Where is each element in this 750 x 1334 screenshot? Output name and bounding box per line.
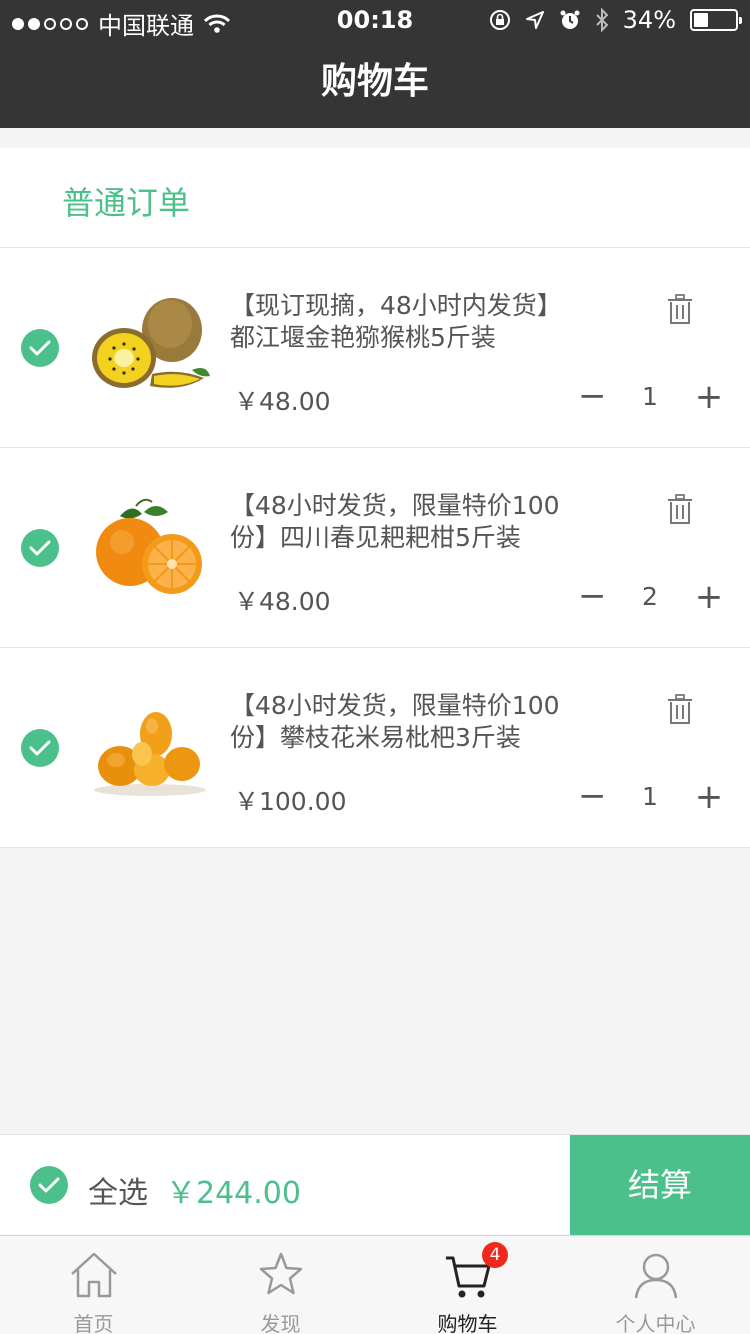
quantity-value: 1 bbox=[642, 782, 658, 811]
page-title: 购物车 bbox=[320, 61, 429, 102]
checkmark-icon bbox=[29, 340, 51, 356]
cart-item: 【48小时发货，限量特价100份】四川春见耙耙柑5斤装 ￥48.00 − 2 + bbox=[0, 448, 750, 648]
alarm-icon bbox=[560, 10, 580, 29]
orange-image[interactable] bbox=[86, 494, 212, 604]
decrease-quantity-button[interactable]: − bbox=[578, 378, 607, 418]
user-icon bbox=[634, 1253, 677, 1299]
tab-discover[interactable]: 发现 bbox=[187, 1236, 374, 1334]
tab-label: 个人中心 bbox=[615, 1312, 696, 1334]
checkmark-icon bbox=[29, 540, 51, 556]
decrease-quantity-button[interactable]: − bbox=[578, 578, 607, 618]
location-icon bbox=[525, 11, 544, 29]
nav-bar: 购物车 bbox=[0, 40, 750, 128]
select-all-checkbox[interactable] bbox=[30, 1166, 68, 1204]
checkout-button[interactable]: 结算 bbox=[570, 1135, 750, 1235]
checkout-bar: 全选 ￥244.00 结算 bbox=[0, 1134, 750, 1235]
trash-icon[interactable] bbox=[666, 693, 694, 725]
loquat-image[interactable] bbox=[86, 694, 212, 804]
item-title[interactable]: 【48小时发货，限量特价100份】攀枝花米易枇杷3斤装 bbox=[230, 690, 580, 754]
checkmark-icon bbox=[38, 1177, 60, 1193]
checkmark-icon bbox=[29, 740, 51, 756]
increase-quantity-button[interactable]: + bbox=[694, 378, 724, 418]
tab-label: 发现 bbox=[260, 1312, 301, 1334]
cart-item: 【现订现摘，48小时内发货】都江堰金艳猕猴桃5斤装 ￥48.00 − 1 + bbox=[0, 248, 750, 448]
item-checkbox[interactable] bbox=[21, 329, 59, 367]
item-price: ￥48.00 bbox=[234, 387, 331, 416]
total-price: ￥244.00 bbox=[166, 1176, 301, 1211]
tab-bar: 首页 发现 4 购物车 个人中心 bbox=[0, 1235, 750, 1334]
cart-item: 【48小时发货，限量特价100份】攀枝花米易枇杷3斤装 ￥100.00 − 1 … bbox=[0, 648, 750, 848]
star-icon bbox=[259, 1252, 302, 1295]
bluetooth-icon bbox=[595, 8, 609, 32]
increase-quantity-button[interactable]: + bbox=[694, 578, 724, 618]
section-title: 普通订单 bbox=[62, 184, 191, 222]
status-right: 34% bbox=[489, 6, 742, 34]
home-icon bbox=[70, 1252, 117, 1298]
cart-badge: 4 bbox=[482, 1242, 508, 1268]
order-section-header: 普通订单 bbox=[0, 148, 750, 248]
trash-icon[interactable] bbox=[666, 493, 694, 525]
item-title[interactable]: 【现订现摘，48小时内发货】都江堰金艳猕猴桃5斤装 bbox=[230, 290, 580, 354]
tab-profile[interactable]: 个人中心 bbox=[562, 1236, 749, 1334]
item-checkbox[interactable] bbox=[21, 529, 59, 567]
quantity-value: 2 bbox=[642, 582, 658, 611]
cart-list: 【现订现摘，48小时内发货】都江堰金艳猕猴桃5斤装 ￥48.00 − 1 + 【… bbox=[0, 248, 750, 848]
battery-icon bbox=[690, 9, 742, 31]
rotation-lock-icon bbox=[489, 10, 510, 30]
kiwi-image[interactable] bbox=[86, 294, 212, 404]
tab-label: 购物车 bbox=[437, 1312, 498, 1334]
item-title[interactable]: 【48小时发货，限量特价100份】四川春见耙耙柑5斤装 bbox=[230, 490, 580, 554]
tab-label: 首页 bbox=[73, 1312, 114, 1334]
decrease-quantity-button[interactable]: − bbox=[578, 778, 607, 818]
increase-quantity-button[interactable]: + bbox=[694, 778, 724, 818]
tab-cart[interactable]: 4 购物车 bbox=[374, 1236, 561, 1334]
battery-percent: 34% bbox=[622, 6, 676, 34]
quantity-value: 1 bbox=[642, 382, 658, 411]
item-price: ￥100.00 bbox=[234, 787, 347, 816]
status-bar: 中国联通 00:18 34% bbox=[0, 0, 750, 40]
tab-home[interactable]: 首页 bbox=[0, 1236, 187, 1334]
select-all-label[interactable]: 全选 bbox=[88, 1168, 148, 1212]
item-price: ￥48.00 bbox=[234, 587, 331, 616]
trash-icon[interactable] bbox=[666, 293, 694, 325]
item-checkbox[interactable] bbox=[21, 729, 59, 767]
